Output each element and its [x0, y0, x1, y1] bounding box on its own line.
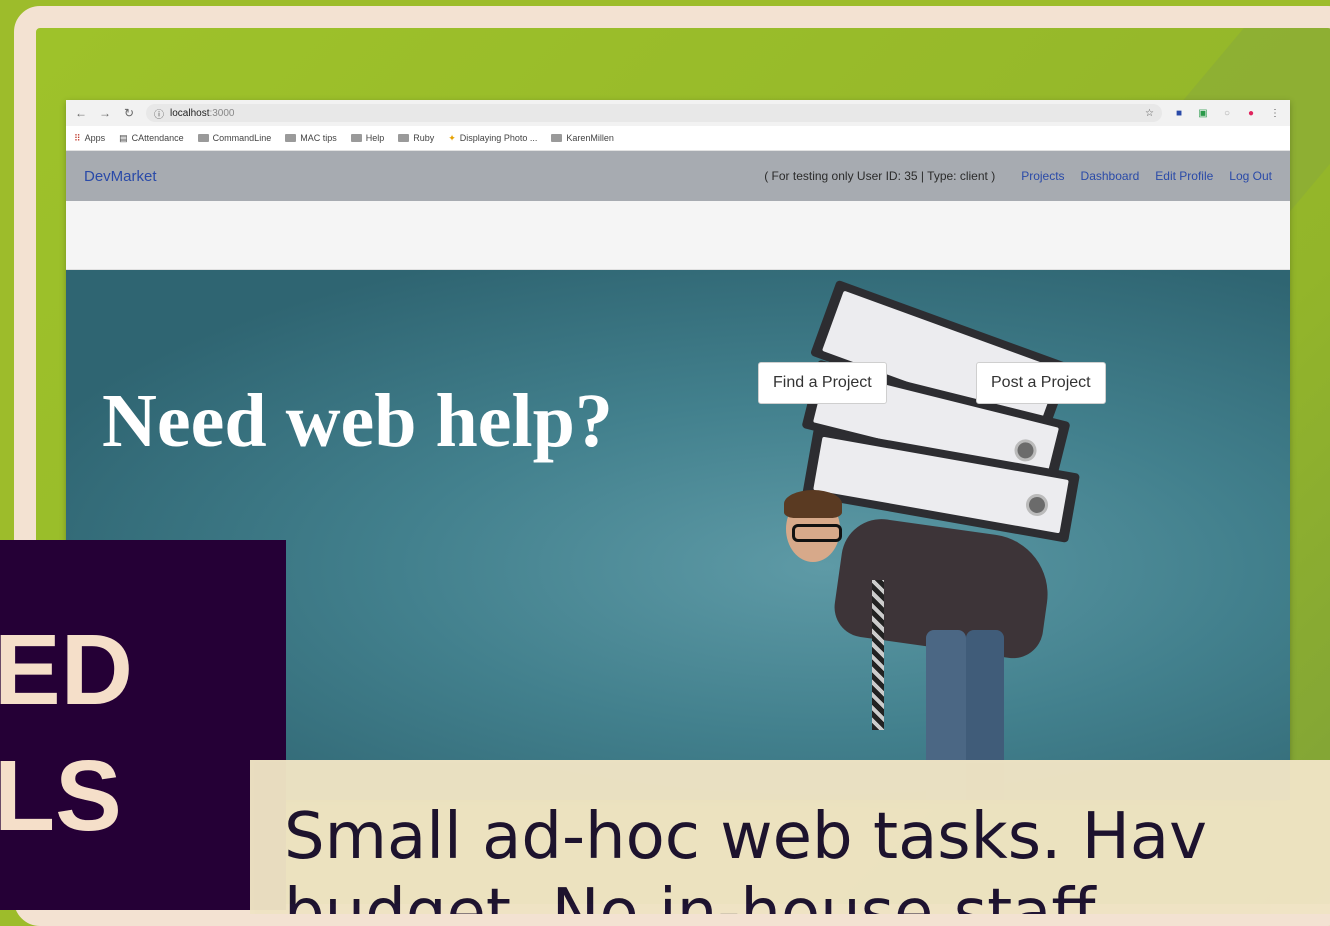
- star-icon[interactable]: ☆: [1145, 108, 1154, 119]
- nav-link-dashboard[interactable]: Dashboard: [1081, 169, 1140, 183]
- bookmark-item[interactable]: ▤ CAttendance: [119, 133, 184, 144]
- extension-icon[interactable]: ■: [1172, 106, 1186, 120]
- site-navbar: DevMarket ( For testing only User ID: 35…: [66, 151, 1290, 201]
- extension-icon[interactable]: ▣: [1196, 106, 1210, 120]
- folder-icon: [285, 134, 297, 142]
- caption-box: Small ad-hoc web tasks. Hav budget. No i…: [250, 760, 1330, 914]
- caption-text-line: Small ad-hoc web tasks. Hav: [284, 800, 1207, 874]
- address-bar[interactable]: ⓘ localhost:3000 ☆: [146, 104, 1162, 122]
- figure-glasses: [792, 524, 842, 542]
- back-icon[interactable]: ←: [74, 106, 88, 120]
- folder-icon: [398, 134, 410, 142]
- photos-icon: ✦: [448, 132, 456, 143]
- url-port: :3000: [209, 107, 235, 119]
- post-project-button[interactable]: Post a Project: [976, 362, 1106, 404]
- test-user-note: ( For testing only User ID: 35 | Type: c…: [764, 169, 996, 183]
- bookmark-item[interactable]: CommandLine: [197, 133, 271, 143]
- bookmark-item[interactable]: MAC tips: [285, 133, 337, 143]
- brand-logo[interactable]: DevMarket: [84, 168, 157, 185]
- overlay-text-line: LS: [0, 740, 122, 852]
- forward-icon[interactable]: →: [98, 106, 112, 120]
- bookmark-item[interactable]: Ruby: [398, 133, 434, 143]
- figure-hair: [784, 490, 842, 518]
- menu-icon[interactable]: ⋮: [1268, 106, 1282, 120]
- overlay-text-line: ED: [0, 614, 133, 726]
- calendar-icon: ▤: [119, 132, 128, 143]
- bookmark-item[interactable]: Help: [350, 133, 384, 143]
- bookmark-item[interactable]: ✦ Displaying Photo ...: [448, 133, 537, 144]
- hero-title: Need web help?: [102, 379, 613, 463]
- bookmarks-bar: ⠿ Apps ▤ CAttendance CommandLine MAC tips …: [66, 126, 1290, 151]
- caption-text-line: budget. No in-house staff.: [284, 876, 1116, 914]
- reload-icon[interactable]: ↻: [122, 106, 136, 120]
- nav-link-log-out[interactable]: Log Out: [1229, 169, 1272, 183]
- nav-link-edit-profile[interactable]: Edit Profile: [1155, 169, 1213, 183]
- folder-icon: [350, 134, 362, 142]
- profile-avatar[interactable]: ●: [1244, 106, 1258, 120]
- extension-icon[interactable]: ○: [1220, 106, 1234, 120]
- overlay-title-box: ED LS: [0, 540, 286, 910]
- folder-icon: [551, 134, 563, 142]
- bookmark-item[interactable]: KarenMillen: [551, 133, 614, 143]
- browser-toolbar: ← → ↻ ⓘ localhost:3000 ☆ ■ ▣ ○ ● ⋮: [66, 100, 1290, 126]
- bookmark-apps[interactable]: ⠿ Apps: [74, 133, 105, 144]
- find-project-button[interactable]: Find a Project: [758, 362, 887, 404]
- apps-grid-icon: ⠿: [74, 132, 81, 143]
- info-icon[interactable]: ⓘ: [154, 106, 164, 121]
- url-host: localhost: [170, 107, 210, 119]
- sub-header: [66, 201, 1290, 270]
- folder-icon: [197, 134, 209, 142]
- figure-tie: [872, 580, 884, 730]
- nav-link-projects[interactable]: Projects: [1021, 169, 1064, 183]
